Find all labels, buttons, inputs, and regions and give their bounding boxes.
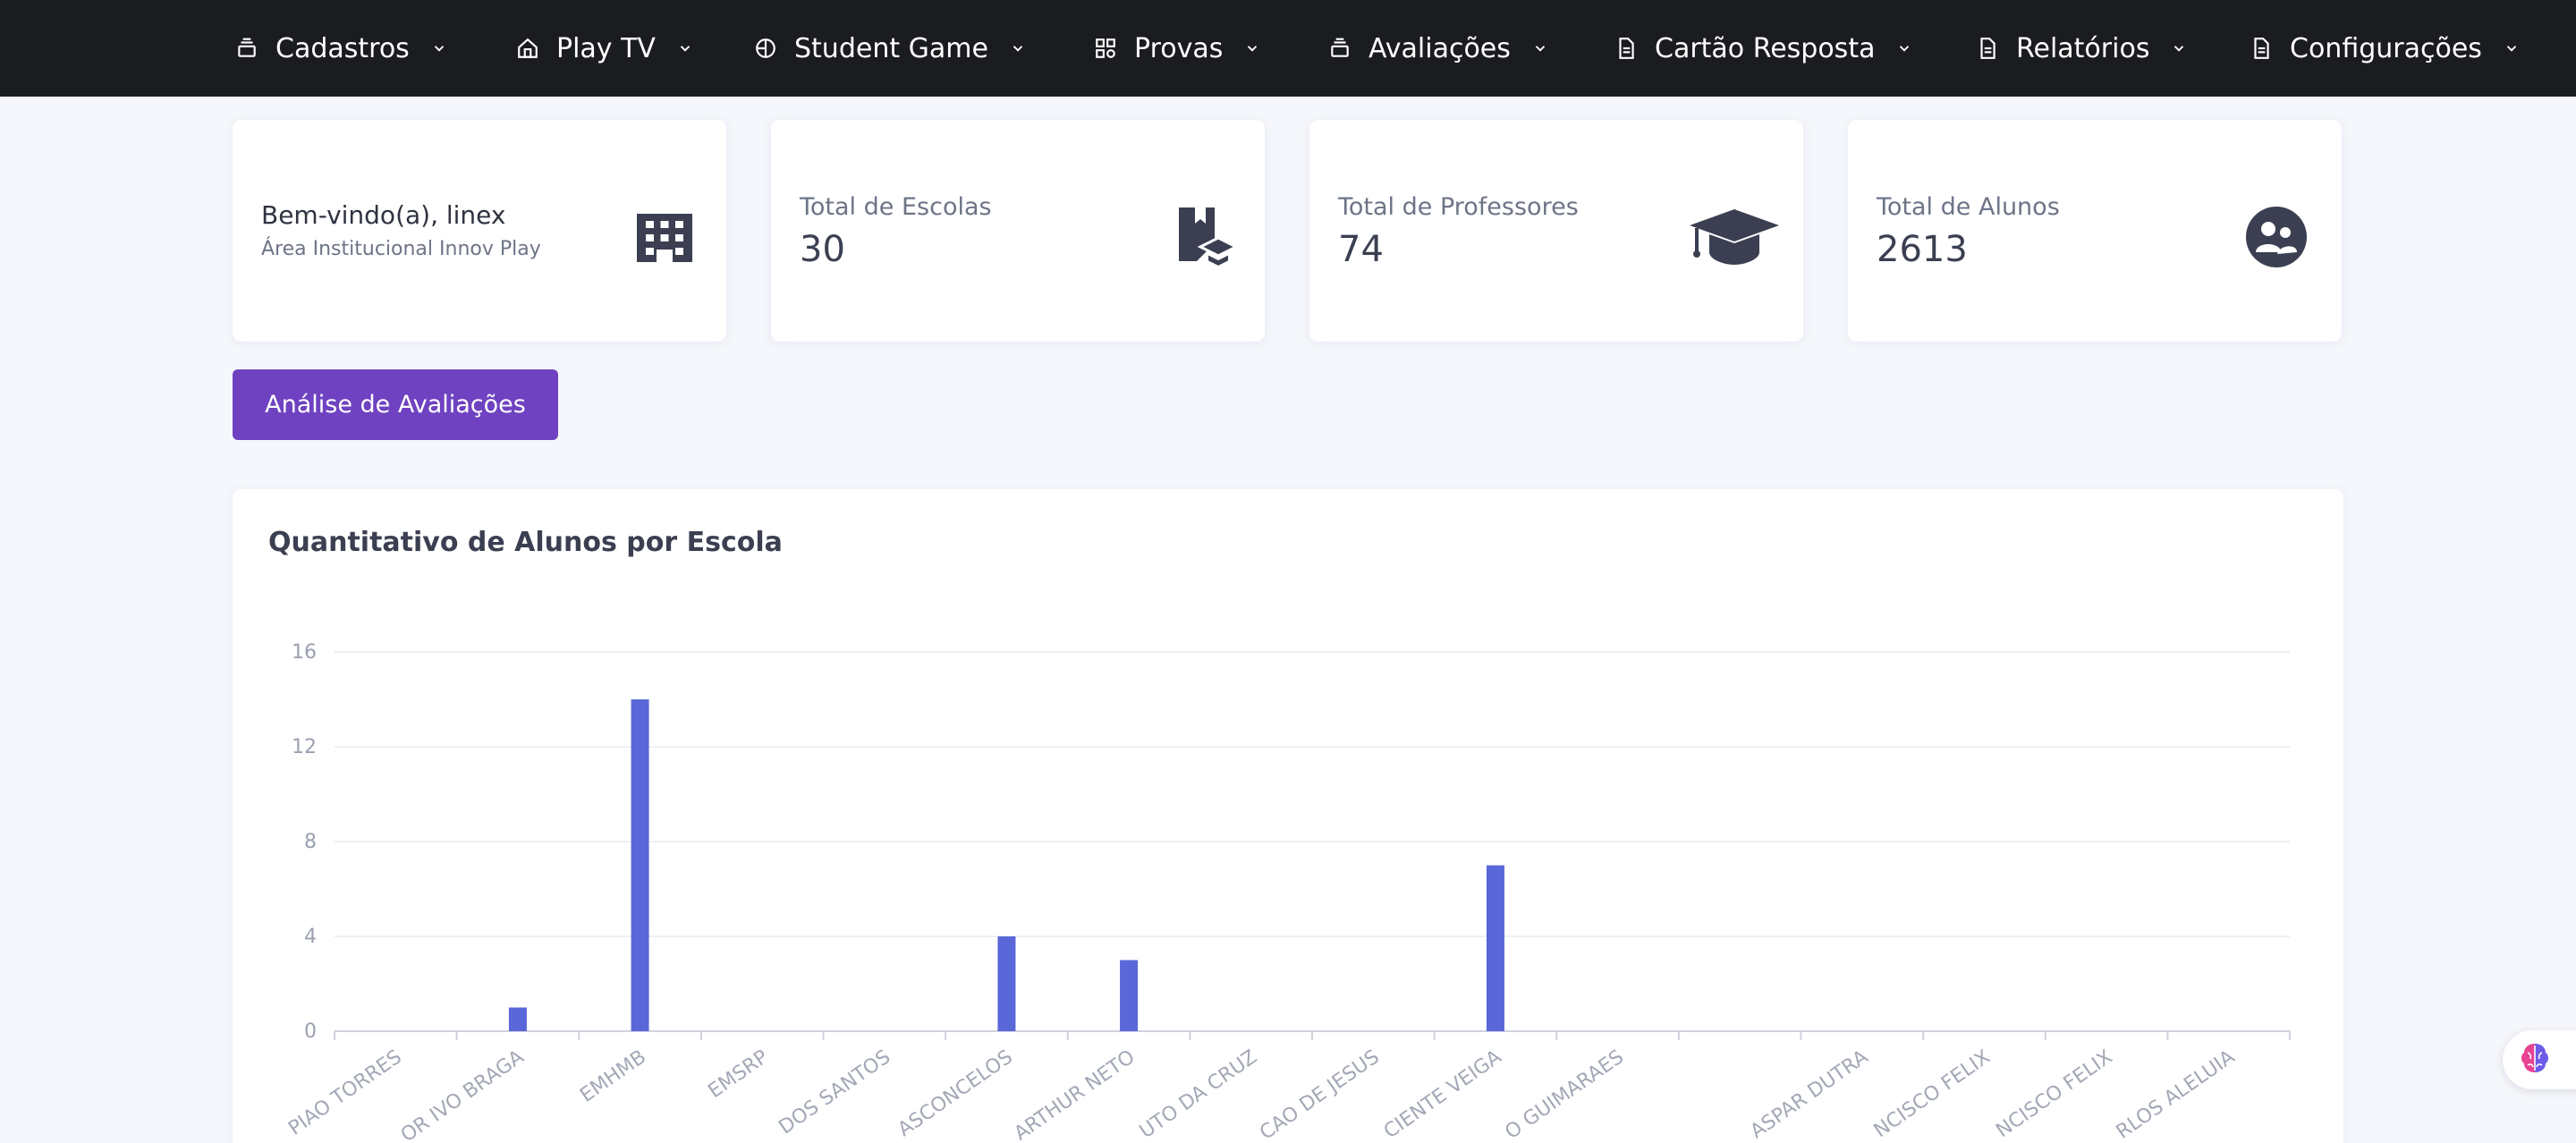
x-tick-label: EMSRP [705, 1046, 773, 1103]
x-tick-label: CIENTE VEIGA [1380, 1046, 1506, 1143]
nav-item-play-tv[interactable]: Play TV [515, 0, 693, 97]
x-tick-label: NCISCO FELIX [1992, 1046, 2116, 1142]
chevron-down-icon [2171, 40, 2187, 56]
x-tick-label: ASCONCELOS [894, 1046, 1017, 1141]
x-tick-label: ASPAR DUTRA [1747, 1046, 1873, 1143]
students-per-school-chart: 0 4 8 12 16 PIAO TORRESOR IVO BRAGA EMHMB EMSRP… [284, 641, 2291, 1143]
bar [997, 936, 1016, 1031]
document-icon [1614, 36, 1639, 61]
stack-icon [234, 36, 259, 61]
bar [1120, 960, 1139, 1031]
assistant-button[interactable] [2503, 1030, 2576, 1089]
document-icon [2249, 36, 2274, 61]
nav-item-label: Configurações [2290, 32, 2482, 64]
x-tick-label: RLOS ALELUIA [2113, 1046, 2239, 1143]
nav-item-relatorios[interactable]: Relatórios [1975, 0, 2187, 97]
x-tick-label: ARTHUR NETO [1011, 1046, 1140, 1143]
nav-item-avaliacoes[interactable]: Avaliações [1327, 0, 1548, 97]
chevron-down-icon [1244, 40, 1260, 56]
nav-item-label: Play TV [556, 32, 656, 64]
y-tick-label: 8 [304, 831, 317, 853]
graduation-cap-icon [1685, 202, 1784, 272]
chart-card: Quantitativo de Alunos por Escola 0 4 8 12 1… [233, 489, 2343, 1143]
chevron-down-icon [1896, 40, 1912, 56]
x-tick-label: UTO DA CRUZ [1136, 1046, 1261, 1143]
top-navigation: Cadastros Play TV Student Game Provas Av… [0, 0, 2576, 97]
x-tick-label: PIAO TORRES [284, 1046, 406, 1139]
building-icon [630, 202, 699, 272]
chevron-down-icon [431, 40, 447, 56]
nav-item-configuracoes[interactable]: Configurações [2249, 0, 2520, 97]
y-tick-label: 0 [304, 1020, 317, 1043]
home-icon [515, 36, 540, 61]
stat-value: 30 [800, 229, 845, 270]
stat-value: 74 [1338, 229, 1384, 270]
nav-item-cartao-resposta[interactable]: Cartão Resposta [1614, 0, 1912, 97]
x-tick-label: EMHMB [576, 1046, 650, 1106]
nav-item-label: Avaliações [1368, 32, 1511, 64]
nav-item-cadastros[interactable]: Cadastros [234, 0, 447, 97]
nav-item-label: Student Game [794, 32, 988, 64]
grid-icon [1093, 36, 1118, 61]
x-tick-label: OR IVO BRAGA [397, 1046, 528, 1143]
x-tick-label: O GUIMARAES [1501, 1046, 1628, 1143]
book-graduation-icon [1172, 202, 1241, 272]
nav-item-label: Relatórios [2016, 32, 2150, 64]
stat-title: Total de Alunos [1877, 193, 2060, 221]
y-tick-label: 4 [304, 926, 317, 948]
analise-avaliacoes-button[interactable]: Análise de Avaliações [233, 369, 558, 440]
welcome-subtitle: Área Institucional Innov Play [261, 238, 541, 260]
stat-card-alunos: Total de Alunos 2613 [1848, 120, 2342, 342]
bar [508, 1007, 527, 1031]
x-tick-label: CAO DE JESUS [1256, 1046, 1384, 1143]
stat-card-professores: Total de Professores 74 [1309, 120, 1803, 342]
nav-item-student-game[interactable]: Student Game [753, 0, 1026, 97]
bar [631, 699, 649, 1031]
x-tick-label: DOS SANTOS [775, 1046, 894, 1139]
welcome-card: Bem-vindo(a), linex Área Institucional I… [233, 120, 726, 342]
stat-card-escolas: Total de Escolas 30 [771, 120, 1265, 342]
stat-title: Total de Professores [1338, 193, 1579, 221]
globe-icon [753, 36, 778, 61]
welcome-title: Bem-vindo(a), linex [261, 200, 506, 230]
stat-value: 2613 [1877, 229, 1968, 270]
nav-item-provas[interactable]: Provas [1093, 0, 1260, 97]
bar [1486, 865, 1504, 1031]
nav-item-label: Cartão Resposta [1655, 32, 1876, 64]
stat-title: Total de Escolas [800, 193, 992, 221]
brain-icon [2517, 1040, 2553, 1080]
x-tick-label: NCISCO FELIX [1870, 1046, 1995, 1142]
chevron-down-icon [677, 40, 693, 56]
document-icon [1975, 36, 2000, 61]
y-tick-label: 16 [292, 641, 317, 664]
chevron-down-icon [1010, 40, 1026, 56]
chevron-down-icon [1532, 40, 1548, 56]
users-circle-icon [2241, 202, 2311, 272]
chevron-down-icon [2504, 40, 2520, 56]
stack-icon [1327, 36, 1352, 61]
y-tick-label: 12 [292, 736, 317, 758]
nav-item-label: Cadastros [275, 32, 410, 64]
nav-item-label: Provas [1134, 32, 1224, 64]
